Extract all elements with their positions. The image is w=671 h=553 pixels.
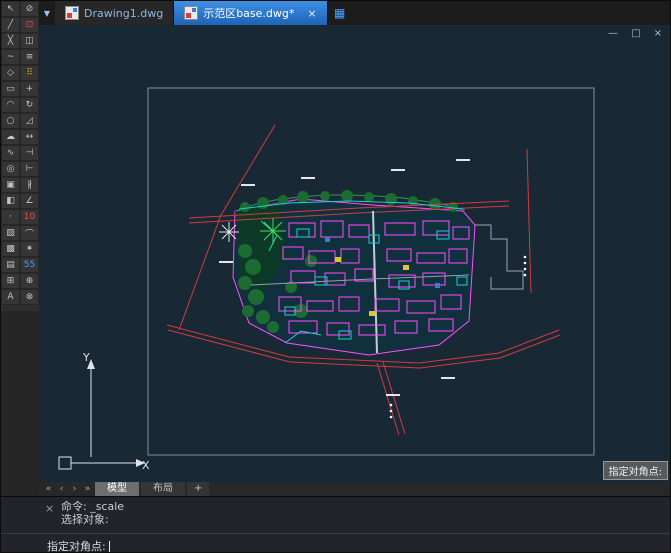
prev-tab-icon[interactable]: ‹ [56, 482, 67, 496]
site-plan-drawing [39, 25, 671, 482]
chamfer-tool-button[interactable]: ∠ [20, 193, 39, 209]
tab-model[interactable]: 模型 [95, 482, 139, 496]
layer-55-tool-button[interactable]: 55 [20, 257, 39, 273]
fillet-tool-button[interactable]: ⌒ [20, 225, 39, 241]
close-tab-icon[interactable]: × [307, 7, 316, 20]
select-tool-button[interactable]: ↖ [1, 1, 20, 17]
doc-tab-label: Drawing1.dwg [84, 7, 163, 20]
tab-layout[interactable]: 布局 [141, 482, 185, 496]
construction-line-tool-button[interactable]: ╳ [1, 33, 20, 49]
command-line: 选择对象: [61, 513, 670, 526]
explode-tool-button[interactable]: ✶ [20, 241, 39, 257]
arc-tool-button[interactable]: ◠ [1, 97, 20, 113]
break-tool-button[interactable]: ∦ [20, 177, 39, 193]
drawing-canvas[interactable]: Y X — □ × 指定对角点: [39, 25, 671, 482]
stretch-tool-button[interactable]: ↔ [20, 129, 39, 145]
layout-tab-bar: « ‹ › » 模型 布局 + [39, 482, 670, 496]
tab-list-dropdown-icon[interactable]: ▼ [39, 1, 55, 25]
doc-tab-drawing1[interactable]: Drawing1.dwg [55, 1, 174, 25]
polyline-tool-button[interactable]: ~ [1, 49, 20, 65]
text-caret [109, 541, 110, 553]
group-tool-button[interactable]: ⊕ [20, 273, 39, 289]
restore-icon[interactable]: □ [631, 29, 640, 39]
array-tool-button[interactable]: ⠿ [20, 65, 39, 81]
command-panel: × 命令: _scale 选择对象: 指定对角点: [1, 496, 670, 553]
line-tool-button[interactable]: ╱ [1, 17, 20, 33]
rectangle-tool-button[interactable]: ▭ [1, 81, 20, 97]
cursor-tooltip: 指定对角点: [603, 461, 668, 480]
move-tool-button[interactable]: + [20, 81, 39, 97]
document-tabbar: ▼ Drawing1.dwg 示范区base.dwg* × ▦ [39, 1, 670, 25]
ungroup-tool-button[interactable]: ⊗ [20, 289, 39, 305]
point-tool-button[interactable]: · [1, 209, 20, 225]
close-icon[interactable]: × [654, 29, 662, 39]
hatch-tool-button[interactable]: ▨ [1, 225, 20, 241]
command-prompt: 指定对角点: [47, 540, 106, 553]
copy-tool-button[interactable]: ⊡ [20, 17, 39, 33]
dim-style-tool-button[interactable]: 10 [20, 209, 39, 225]
erase-tool-button[interactable]: ⊘ [20, 1, 39, 17]
cad-application-window: ↖╱╳~◇▭◠○☁∿◎▣◧·▨▩▤⊞A⊘⊡◫≡⠿+↻◿↔⊣⊢∦∠10⌒✶55⊕⊗… [0, 0, 671, 553]
command-history: 命令: _scale 选择对象: [1, 497, 670, 526]
mirror-tool-button[interactable]: ◫ [20, 33, 39, 49]
polygon-tool-button[interactable]: ◇ [1, 65, 20, 81]
spline-tool-button[interactable]: ∿ [1, 145, 20, 161]
command-close-icon[interactable]: × [45, 502, 54, 515]
last-tab-icon[interactable]: » [82, 482, 93, 496]
text-tool-button[interactable]: A [1, 289, 20, 305]
make-block-tool-button[interactable]: ◧ [1, 193, 20, 209]
next-tab-icon[interactable]: › [69, 482, 80, 496]
minimize-icon[interactable]: — [608, 29, 618, 39]
table-tool-button[interactable]: ⊞ [1, 273, 20, 289]
command-input[interactable]: 指定对角点: [1, 533, 670, 553]
extend-tool-button[interactable]: ⊢ [20, 161, 39, 177]
doc-tab-label: 示范区base.dwg* [203, 5, 294, 21]
command-line: 命令: _scale [61, 500, 670, 513]
dwg-file-icon [184, 6, 198, 20]
first-tab-icon[interactable]: « [43, 482, 54, 496]
offset-tool-button[interactable]: ≡ [20, 49, 39, 65]
region-tool-button[interactable]: ▤ [1, 257, 20, 273]
rotate-tool-button[interactable]: ↻ [20, 97, 39, 113]
insert-block-tool-button[interactable]: ▣ [1, 177, 20, 193]
doc-tab-base-active[interactable]: 示范区base.dwg* × [174, 1, 327, 25]
trim-tool-button[interactable]: ⊣ [20, 145, 39, 161]
dwg-file-icon [65, 6, 79, 20]
add-layout-button[interactable]: + [187, 482, 209, 496]
ellipse-tool-button[interactable]: ◎ [1, 161, 20, 177]
left-toolbar: ↖╱╳~◇▭◠○☁∿◎▣◧·▨▩▤⊞A ⊘⊡◫≡⠿+↻◿↔⊣⊢∦∠10⌒✶55⊕⊗ [1, 1, 39, 311]
new-drawing-icon[interactable]: ▦ [328, 1, 352, 25]
gradient-tool-button[interactable]: ▩ [1, 241, 20, 257]
window-controls: — □ × [608, 29, 662, 39]
revision-cloud-tool-button[interactable]: ☁ [1, 129, 20, 145]
circle-tool-button[interactable]: ○ [1, 113, 20, 129]
scale-tool-button[interactable]: ◿ [20, 113, 39, 129]
